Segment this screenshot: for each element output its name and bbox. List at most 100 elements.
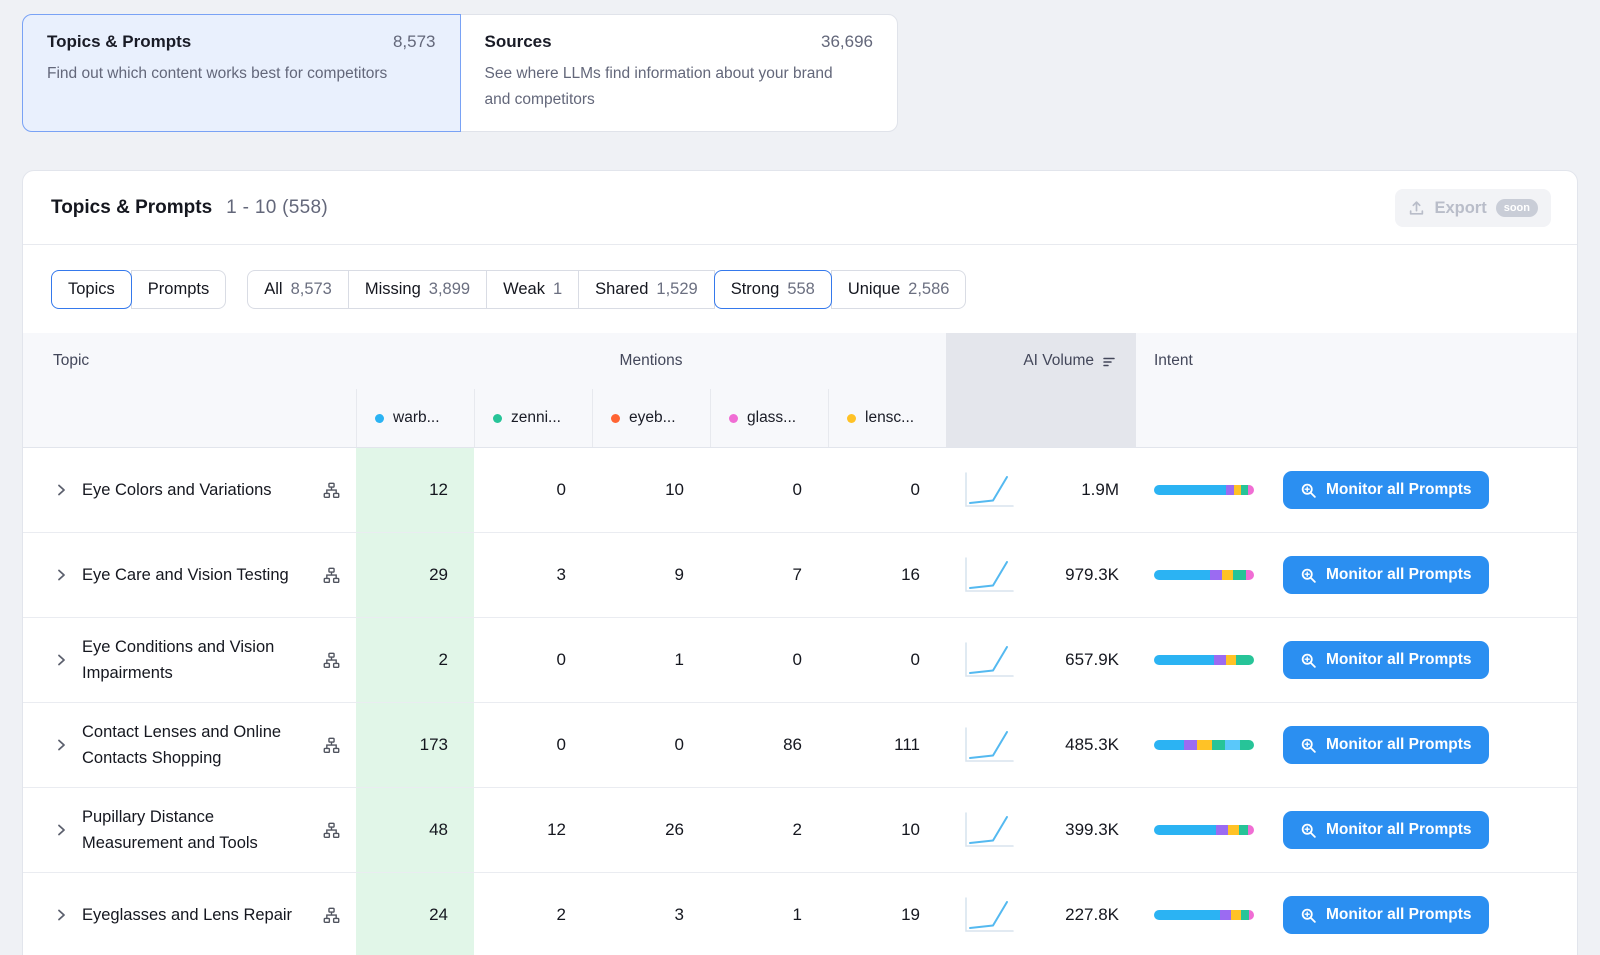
- topics-prompts-panel: Topics & Prompts 1 - 10 (558) Export soo…: [22, 170, 1578, 955]
- competitor-header-lensc[interactable]: lensc...: [828, 389, 946, 447]
- mentions-value: 1: [710, 873, 828, 955]
- table-row: Eye Colors and Variations 12 0 10 0 0: [23, 448, 1577, 533]
- mentions-value: 19: [828, 873, 946, 955]
- ai-volume-value: 657.9K: [1065, 650, 1119, 670]
- monitor-button-label: Monitor all Prompts: [1326, 481, 1472, 499]
- filter-strong[interactable]: Strong558: [714, 270, 832, 309]
- mentions-value: 48: [356, 788, 474, 872]
- hierarchy-icon[interactable]: [323, 907, 340, 924]
- view-toggle: Topics Prompts: [51, 270, 226, 309]
- filter-weak[interactable]: Weak1: [486, 270, 579, 309]
- filter-missing[interactable]: Missing3,899: [348, 270, 487, 309]
- export-button[interactable]: Export soon: [1395, 189, 1551, 227]
- card-topics-prompts[interactable]: Topics & Prompts 8,573 Find out which co…: [22, 14, 461, 132]
- magnifier-icon: [1300, 822, 1317, 839]
- trend-sparkline: [960, 639, 1018, 681]
- ai-volume-cell: 399.3K: [946, 788, 1136, 872]
- filters-row: Topics Prompts All8,573 Missing3,899 Wea…: [23, 245, 1577, 333]
- topic-cell: Eye Care and Vision Testing: [23, 533, 356, 617]
- expand-chevron-icon[interactable]: [53, 652, 69, 668]
- filter-chips: All8,573 Missing3,899 Weak1 Shared1,529 …: [247, 270, 966, 309]
- competitor-dot: [611, 414, 620, 423]
- hierarchy-icon[interactable]: [323, 652, 340, 669]
- mentions-value: 0: [474, 618, 592, 702]
- monitor-all-prompts-button[interactable]: Monitor all Prompts: [1283, 726, 1489, 764]
- ai-volume-cell: 657.9K: [946, 618, 1136, 702]
- expand-chevron-icon[interactable]: [53, 822, 69, 838]
- monitor-all-prompts-button[interactable]: Monitor all Prompts: [1283, 556, 1489, 594]
- topic-name[interactable]: Eye Colors and Variations: [82, 477, 272, 503]
- filter-all[interactable]: All8,573: [247, 270, 349, 309]
- hierarchy-icon[interactable]: [323, 567, 340, 584]
- ai-volume-value: 1.9M: [1081, 480, 1119, 500]
- topic-cell: Eyeglasses and Lens Repair: [23, 873, 356, 955]
- competitor-header-zenni[interactable]: zenni...: [474, 389, 592, 447]
- mentions-value: 2: [356, 618, 474, 702]
- card-count: 8,573: [393, 32, 436, 52]
- toggle-prompts[interactable]: Prompts: [131, 270, 226, 309]
- hierarchy-icon[interactable]: [323, 482, 340, 499]
- toggle-topics[interactable]: Topics: [51, 270, 132, 309]
- expand-chevron-icon[interactable]: [53, 907, 69, 923]
- intent-bar: [1154, 825, 1254, 835]
- intent-bar: [1154, 485, 1254, 495]
- export-icon: [1408, 200, 1425, 217]
- topic-name[interactable]: Pupillary Distance Measurement and Tools: [82, 804, 314, 856]
- competitor-header-warb[interactable]: warb...: [356, 389, 474, 447]
- hierarchy-icon[interactable]: [323, 822, 340, 839]
- monitor-all-prompts-button[interactable]: Monitor all Prompts: [1283, 641, 1489, 679]
- panel-title: Topics & Prompts: [51, 197, 212, 219]
- ai-volume-cell: 485.3K: [946, 703, 1136, 787]
- card-sources[interactable]: Sources 36,696 See where LLMs find infor…: [460, 14, 899, 132]
- expand-chevron-icon[interactable]: [53, 482, 69, 498]
- ai-volume-value: 399.3K: [1065, 820, 1119, 840]
- mentions-value: 0: [828, 618, 946, 702]
- topic-name[interactable]: Eye Conditions and Vision Impairments: [82, 634, 314, 686]
- topic-name[interactable]: Contact Lenses and Online Contacts Shopp…: [82, 719, 314, 771]
- hierarchy-icon[interactable]: [323, 737, 340, 754]
- table-row: Contact Lenses and Online Contacts Shopp…: [23, 703, 1577, 788]
- trend-sparkline: [960, 809, 1018, 851]
- expand-chevron-icon[interactable]: [53, 737, 69, 753]
- mentions-value: 16: [828, 533, 946, 617]
- trend-sparkline: [960, 469, 1018, 511]
- topic-name[interactable]: Eyeglasses and Lens Repair: [82, 902, 292, 928]
- mentions-value: 86: [710, 703, 828, 787]
- mentions-value: 0: [474, 448, 592, 532]
- ai-volume-cell: 1.9M: [946, 448, 1136, 532]
- column-header-ai-volume[interactable]: AI Volume: [946, 333, 1136, 447]
- mentions-value: 12: [356, 448, 474, 532]
- intent-cell: Monitor all Prompts: [1136, 873, 1577, 955]
- magnifier-icon: [1300, 737, 1317, 754]
- topic-name[interactable]: Eye Care and Vision Testing: [82, 562, 289, 588]
- header-spacer: [1136, 389, 1577, 447]
- mentions-value: 2: [710, 788, 828, 872]
- column-header-intent: Intent: [1136, 333, 1577, 389]
- monitor-all-prompts-button[interactable]: Monitor all Prompts: [1283, 896, 1489, 934]
- monitor-all-prompts-button[interactable]: Monitor all Prompts: [1283, 811, 1489, 849]
- intent-cell: Monitor all Prompts: [1136, 448, 1577, 532]
- export-label: Export: [1434, 199, 1486, 218]
- expand-chevron-icon[interactable]: [53, 567, 69, 583]
- table-row: Eye Care and Vision Testing 29 3 9 7 16: [23, 533, 1577, 618]
- topic-cell: Pupillary Distance Measurement and Tools: [23, 788, 356, 872]
- mentions-value: 0: [710, 618, 828, 702]
- competitor-header-eyeb[interactable]: eyeb...: [592, 389, 710, 447]
- monitor-button-label: Monitor all Prompts: [1326, 821, 1472, 839]
- ai-volume-value: 485.3K: [1065, 735, 1119, 755]
- magnifier-icon: [1300, 652, 1317, 669]
- intent-bar: [1154, 570, 1254, 580]
- monitor-all-prompts-button[interactable]: Monitor all Prompts: [1283, 471, 1489, 509]
- mentions-value: 10: [592, 448, 710, 532]
- competitor-header-glass[interactable]: glass...: [710, 389, 828, 447]
- sort-descending-icon: [1102, 355, 1116, 374]
- intent-cell: Monitor all Prompts: [1136, 703, 1577, 787]
- filter-unique[interactable]: Unique2,586: [831, 270, 967, 309]
- mentions-value: 3: [592, 873, 710, 955]
- magnifier-icon: [1300, 907, 1317, 924]
- filter-shared[interactable]: Shared1,529: [578, 270, 715, 309]
- mentions-value: 26: [592, 788, 710, 872]
- card-title: Topics & Prompts: [47, 32, 191, 52]
- mentions-value: 24: [356, 873, 474, 955]
- mentions-value: 0: [710, 448, 828, 532]
